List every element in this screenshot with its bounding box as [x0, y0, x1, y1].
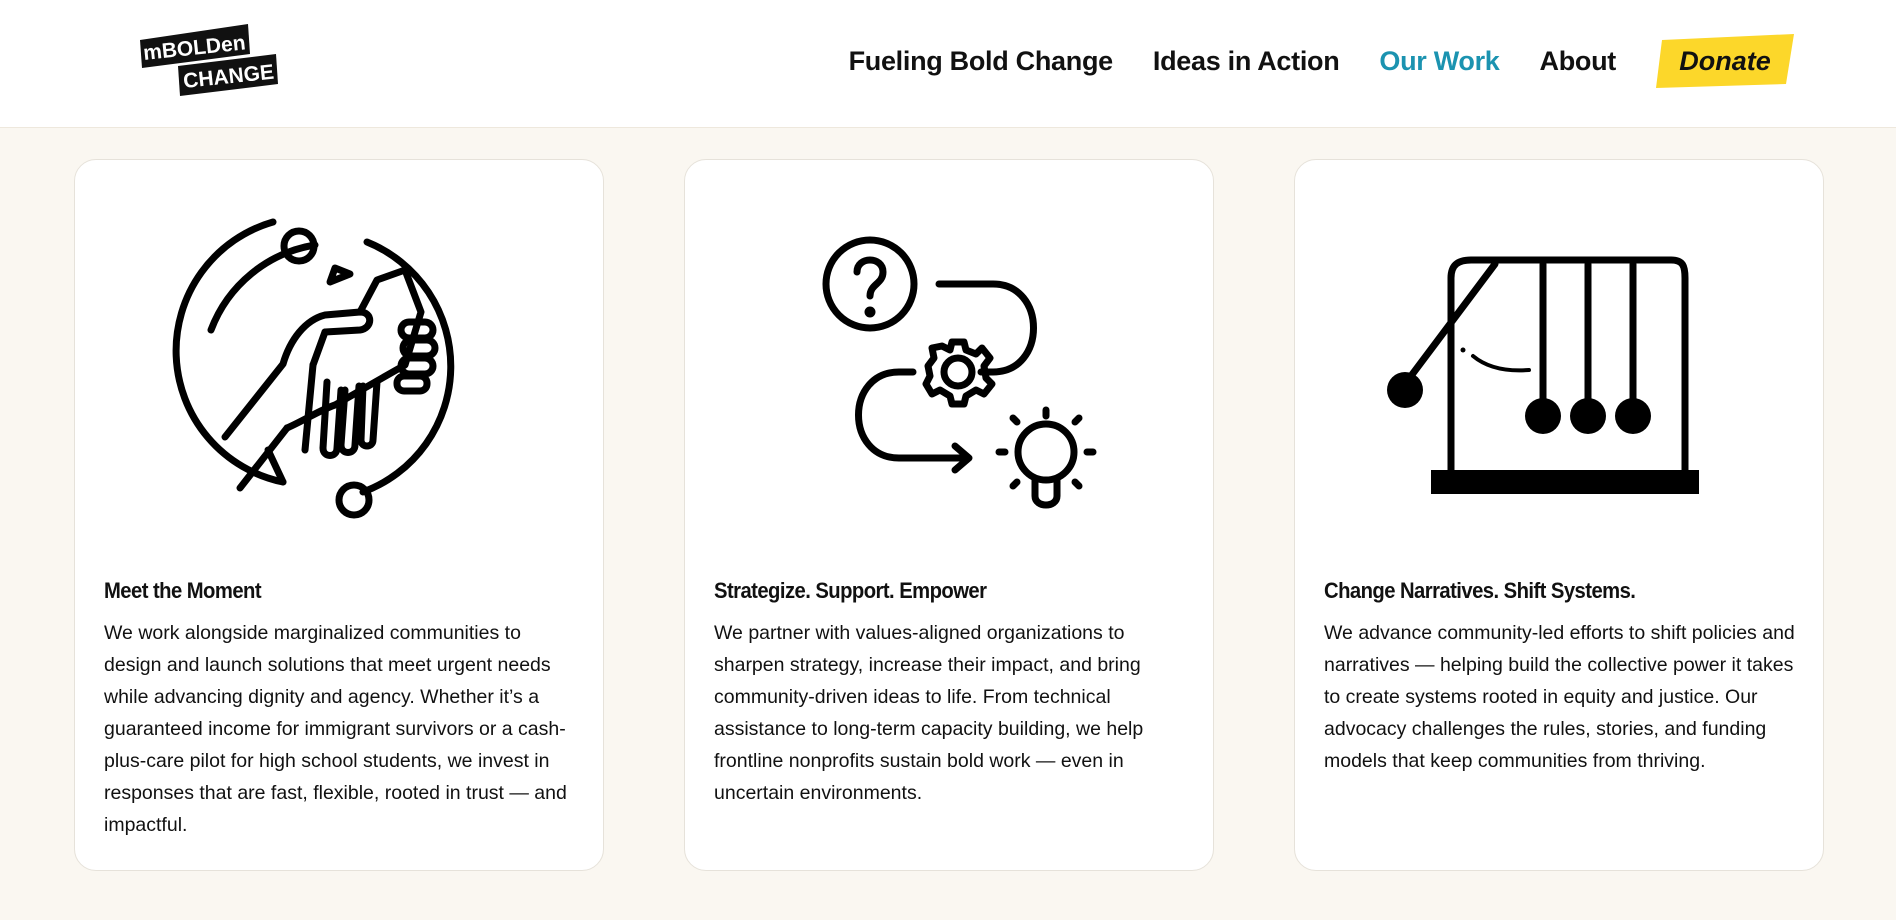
- nav-about[interactable]: About: [1540, 46, 1617, 77]
- donate-label: Donate: [1679, 45, 1771, 76]
- card-meet-the-moment: Meet the Moment We work alongside margin…: [74, 159, 604, 871]
- nav-our-work[interactable]: Our Work: [1379, 46, 1499, 77]
- card-strategize-support-empower: Strategize. Support. Empower We partner …: [684, 159, 1214, 871]
- gear-icon: [922, 338, 996, 408]
- nav-ideas-in-action[interactable]: Ideas in Action: [1153, 46, 1340, 77]
- donate-button[interactable]: Donate: [1656, 34, 1794, 88]
- card-title: Change Narratives. Shift Systems.: [1324, 578, 1636, 603]
- card-title: Strategize. Support. Empower: [714, 578, 987, 603]
- nav-fueling-bold-change[interactable]: Fueling Bold Change: [849, 46, 1114, 77]
- card-body: We work alongside marginalized communiti…: [104, 622, 567, 836]
- card-body: We advance community-led efforts to shif…: [1324, 622, 1795, 772]
- mboldenchange-logo[interactable]: mBOLDen CHANGE: [140, 24, 278, 98]
- main-nav: Fueling Bold Change Ideas in Action Our …: [849, 34, 1794, 88]
- handshake-icon: [172, 218, 455, 519]
- strategy-process-icon: [822, 236, 1097, 509]
- card-title: Meet the Moment: [104, 578, 262, 603]
- site-header: mBOLDen CHANGE Fueling Bold Change Ideas…: [0, 0, 1896, 128]
- card-body: We partner with values-aligned organizat…: [714, 622, 1144, 804]
- newtons-cradle-icon: [1387, 256, 1699, 494]
- card-change-narratives: Change Narratives. Shift Systems. We adv…: [1294, 159, 1824, 871]
